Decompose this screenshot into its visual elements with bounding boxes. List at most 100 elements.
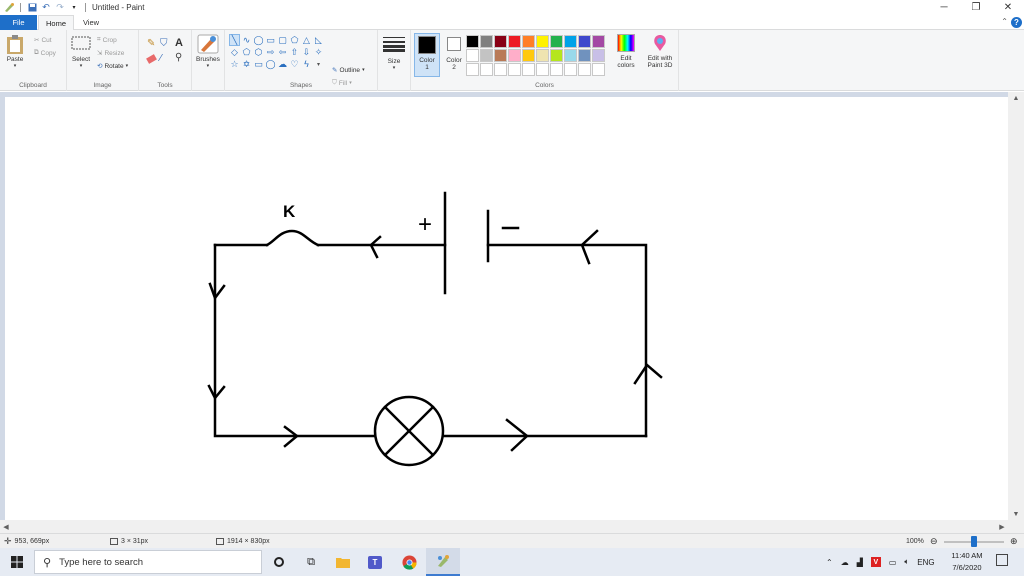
notification-center-icon[interactable] <box>996 554 1008 566</box>
tab-view[interactable]: View <box>76 15 106 30</box>
color1-button[interactable]: Color 1 <box>414 33 440 77</box>
diamond-shape-icon[interactable]: ◇ <box>229 46 240 58</box>
six-point-star-shape-icon[interactable]: ✡ <box>241 58 252 70</box>
hexagon-shape-icon[interactable]: ⬡ <box>253 46 264 58</box>
language-indicator[interactable]: ENG <box>917 558 934 567</box>
polygon-shape-icon[interactable]: ⬠ <box>289 34 300 46</box>
fill-bucket-icon[interactable]: ⛉ <box>160 38 168 49</box>
task-view-button[interactable]: ⧉ <box>294 548 328 576</box>
tab-file[interactable]: File <box>0 15 37 30</box>
palette-swatch-2[interactable] <box>494 35 507 48</box>
palette-swatch-24[interactable] <box>522 63 535 76</box>
eraser-icon[interactable] <box>146 54 157 64</box>
palette-swatch-14[interactable] <box>522 49 535 62</box>
horizontal-scrollbar[interactable]: ◀ ▶ <box>0 520 1024 533</box>
palette-swatch-22[interactable] <box>494 63 507 76</box>
restore-button[interactable]: ❐ <box>960 0 992 15</box>
text-tool-icon[interactable]: A <box>175 37 183 49</box>
palette-swatch-27[interactable] <box>564 63 577 76</box>
start-button[interactable] <box>0 548 34 576</box>
cut-button[interactable]: ✂ Cut <box>34 36 52 45</box>
scroll-right-icon[interactable]: ▶ <box>996 520 1008 533</box>
help-button[interactable]: ? <box>1011 17 1022 28</box>
scroll-up-icon[interactable]: ▲ <box>1008 92 1024 104</box>
palette-swatch-5[interactable] <box>536 35 549 48</box>
select-dropdown-icon[interactable]: ▾ <box>80 63 83 69</box>
zoom-slider-thumb[interactable] <box>971 536 977 547</box>
quick-access-dropdown-icon[interactable]: ▾ <box>67 1 81 15</box>
undo-icon[interactable]: ↶ <box>39 1 53 15</box>
brushes-button[interactable]: Brushes ▾ <box>196 34 220 69</box>
outline-button[interactable]: ✎ Outline ▾ <box>332 66 365 75</box>
paint-taskbar-button[interactable] <box>426 548 460 576</box>
edit-colors-button[interactable]: Edit colors <box>614 34 638 69</box>
magnifier-icon[interactable]: ⚲ <box>175 52 182 63</box>
palette-swatch-9[interactable] <box>592 35 605 48</box>
pencil-icon[interactable]: ✎ <box>147 38 155 49</box>
network-icon[interactable]: ▟ <box>857 558 863 567</box>
rectangle-shape-icon[interactable]: ▭ <box>265 34 276 46</box>
right-arrow-shape-icon[interactable]: ⇨ <box>265 46 276 58</box>
close-button[interactable]: ✕ <box>992 0 1024 15</box>
oval-shape-icon[interactable]: ◯ <box>253 34 264 46</box>
taskbar-clock[interactable]: 11:40 AM 7/6/2020 <box>940 550 994 574</box>
palette-swatch-19[interactable] <box>592 49 605 62</box>
triangle-shape-icon[interactable]: △ <box>301 34 312 46</box>
volume-icon[interactable]: 🔈︎ <box>904 557 909 567</box>
lightning-shape-icon[interactable]: ϟ <box>301 58 312 70</box>
save-icon[interactable] <box>25 1 39 15</box>
rotate-button[interactable]: ⟲ Rotate ▾ <box>97 62 128 71</box>
color-picker-icon[interactable]: ⁄ <box>160 53 162 64</box>
fill-button[interactable]: ⛉ Fill ▾ <box>332 79 352 87</box>
palette-swatch-8[interactable] <box>578 35 591 48</box>
palette-swatch-12[interactable] <box>494 49 507 62</box>
antivirus-icon[interactable]: V <box>870 557 881 567</box>
curve-shape-icon[interactable]: ∿ <box>241 34 252 46</box>
heart-shape-icon[interactable]: ♡ <box>289 58 300 70</box>
rounded-rectangle-shape-icon[interactable]: ▢ <box>277 34 288 46</box>
palette-swatch-15[interactable] <box>536 49 549 62</box>
line-shape-icon[interactable]: ╲ <box>229 34 240 46</box>
teams-button[interactable]: T <box>358 548 392 576</box>
onedrive-icon[interactable]: ☁ <box>841 558 849 567</box>
zoom-out-icon[interactable]: ⊖ <box>930 536 938 547</box>
shapes-more-icon[interactable]: ▾ <box>313 58 324 70</box>
palette-swatch-1[interactable] <box>480 35 493 48</box>
chrome-button[interactable] <box>392 548 426 576</box>
palette-swatch-13[interactable] <box>508 49 521 62</box>
minimize-button[interactable]: ─ <box>928 0 960 15</box>
cortana-button[interactable] <box>262 548 296 576</box>
palette-swatch-18[interactable] <box>578 49 591 62</box>
color2-button[interactable]: Color 2 <box>442 35 466 71</box>
palette-swatch-4[interactable] <box>522 35 535 48</box>
palette-swatch-3[interactable] <box>508 35 521 48</box>
up-arrow-shape-icon[interactable]: ⇧ <box>289 46 300 58</box>
scroll-left-icon[interactable]: ◀ <box>0 520 12 533</box>
left-arrow-shape-icon[interactable]: ⇦ <box>277 46 288 58</box>
select-button[interactable]: Select ▾ <box>71 36 91 69</box>
taskbar-search-input[interactable]: ⚲ Type here to search <box>34 550 262 574</box>
palette-swatch-0[interactable] <box>466 35 479 48</box>
five-point-star-shape-icon[interactable]: ☆ <box>229 58 240 70</box>
zoom-in-icon[interactable]: ⊕ <box>1010 536 1018 547</box>
pentagon-shape-icon[interactable]: ⬠ <box>241 46 252 58</box>
crop-button[interactable]: ⌗ Crop <box>97 36 117 44</box>
palette-swatch-23[interactable] <box>508 63 521 76</box>
copy-button[interactable]: ⧉ Copy <box>34 49 56 57</box>
show-hidden-icons-icon[interactable]: ⌃ <box>826 558 833 567</box>
palette-swatch-26[interactable] <box>550 63 563 76</box>
palette-swatch-20[interactable] <box>466 63 479 76</box>
down-arrow-shape-icon[interactable]: ⇩ <box>301 46 312 58</box>
palette-swatch-16[interactable] <box>550 49 563 62</box>
tab-home[interactable]: Home <box>38 15 74 31</box>
oval-callout-shape-icon[interactable]: ◯ <box>265 58 276 70</box>
four-point-star-shape-icon[interactable]: ✧ <box>313 46 324 58</box>
palette-swatch-10[interactable] <box>466 49 479 62</box>
palette-swatch-21[interactable] <box>480 63 493 76</box>
palette-swatch-17[interactable] <box>564 49 577 62</box>
drawing-canvas[interactable]: K + <box>5 97 1008 520</box>
palette-swatch-28[interactable] <box>578 63 591 76</box>
size-button[interactable]: Size ▾ <box>383 36 405 71</box>
edit-with-paint3d-button[interactable]: Edit with Paint 3D <box>644 34 676 69</box>
palette-swatch-11[interactable] <box>480 49 493 62</box>
